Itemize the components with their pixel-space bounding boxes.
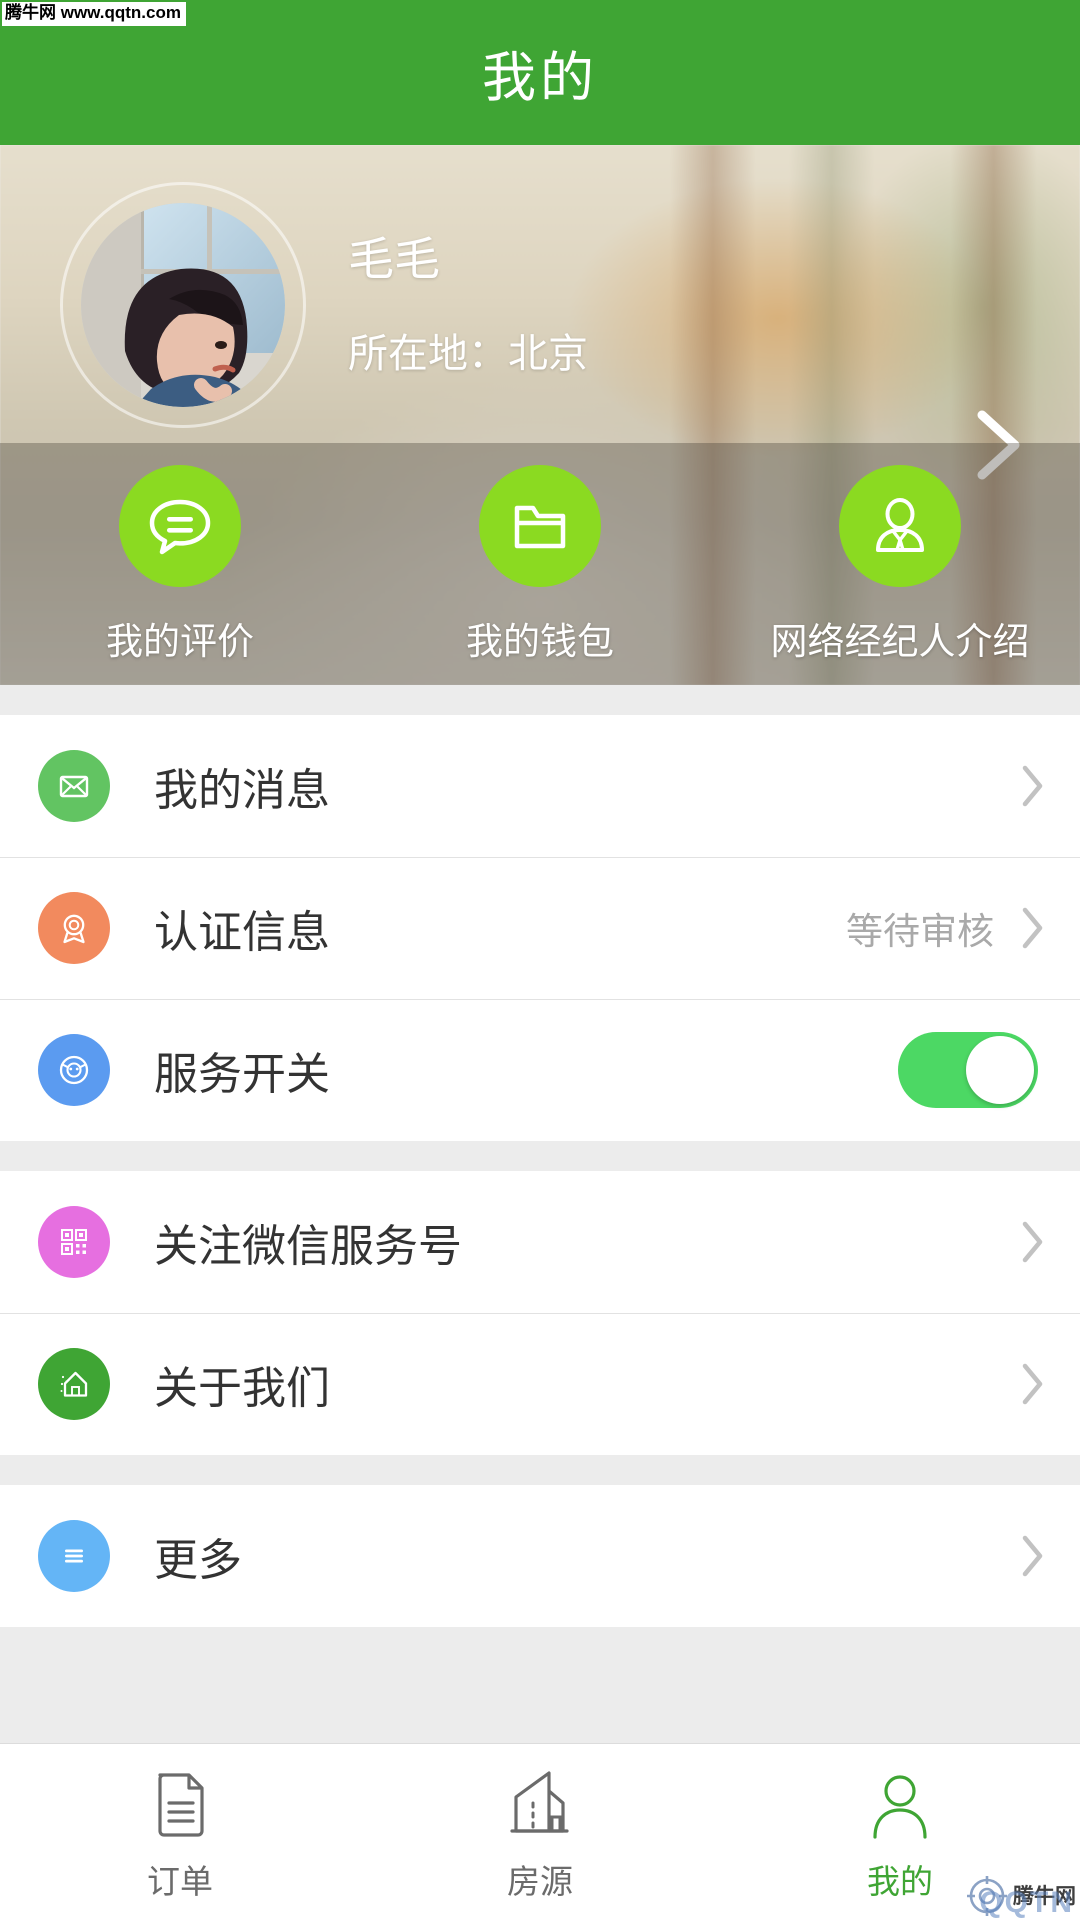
- list-gap: [0, 1141, 1080, 1171]
- list-group-3: 更多: [0, 1485, 1080, 1627]
- profile-location: 所在地：北京: [348, 334, 588, 374]
- list-row-label: 关注微信服务号: [154, 1210, 1020, 1274]
- list-row-my-messages[interactable]: 我的消息: [0, 715, 1080, 857]
- chevron-right-icon: [1020, 1220, 1046, 1264]
- folder-icon: [479, 465, 601, 587]
- list-row-about-us[interactable]: 关于我们: [0, 1313, 1080, 1455]
- document-icon: [147, 1769, 213, 1841]
- list-row-certification[interactable]: 认证信息 等待审核: [0, 857, 1080, 999]
- avatar[interactable]: [81, 203, 285, 407]
- quick-action-label: 我的评价: [106, 611, 254, 665]
- watermark-qqtn-text: QQTN: [979, 1886, 1074, 1920]
- service-face-icon: [38, 1034, 110, 1106]
- person-icon: [867, 1769, 933, 1841]
- user-photo-icon: [81, 203, 285, 407]
- quick-action-agent-intro[interactable]: 网络经纪人介绍: [720, 465, 1080, 665]
- hamburger-menu-icon: [38, 1520, 110, 1592]
- bottom-tab-bar: 订单 房源 我的: [0, 1743, 1080, 1920]
- tab-orders[interactable]: 订单: [0, 1744, 360, 1920]
- list-row-label: 认证信息: [154, 896, 846, 960]
- agent-person-icon: [839, 465, 961, 587]
- service-toggle[interactable]: [898, 1032, 1038, 1108]
- list-group-1: 我的消息 认证信息 等待审核: [0, 715, 1080, 1141]
- profile-summary[interactable]: 毛毛 所在地：北京: [0, 145, 1080, 465]
- chevron-right-icon: [1020, 764, 1046, 808]
- page-title: 我的: [482, 33, 598, 112]
- tab-label: 订单: [147, 1855, 213, 1903]
- tab-label: 我的: [867, 1855, 933, 1903]
- list-row-label: 更多: [154, 1524, 1020, 1588]
- profile-text: 毛毛 所在地：北京: [348, 236, 588, 374]
- app-root: 我的 腾牛网 www.qqtn.com: [0, 0, 1080, 1920]
- watermark-top: 腾牛网 www.qqtn.com: [2, 2, 186, 26]
- quick-action-my-wallet[interactable]: 我的钱包: [360, 465, 720, 665]
- list-gap-bottom: [0, 1627, 1080, 1743]
- list-group-2: 关注微信服务号: [0, 1171, 1080, 1455]
- envelope-icon: [38, 750, 110, 822]
- building-icon: [507, 1769, 573, 1841]
- list-row-more[interactable]: 更多: [0, 1485, 1080, 1627]
- list-row-label: 服务开关: [154, 1038, 898, 1102]
- chevron-right-icon: [1020, 1362, 1046, 1406]
- list-row-label: 我的消息: [154, 754, 1020, 818]
- list-row-service-switch[interactable]: 服务开关: [0, 999, 1080, 1141]
- profile-name: 毛毛: [348, 236, 588, 282]
- list-row-wechat-account[interactable]: 关注微信服务号: [0, 1171, 1080, 1313]
- avatar-ring: [60, 182, 306, 428]
- house-icon: [38, 1348, 110, 1420]
- list-row-label: 关于我们: [154, 1352, 1020, 1416]
- quick-action-label: 我的钱包: [466, 611, 614, 665]
- toggle-knob: [966, 1036, 1034, 1104]
- certificate-badge-icon: [38, 892, 110, 964]
- chevron-right-icon: [1020, 1534, 1046, 1578]
- chat-bubble-icon: [119, 465, 241, 587]
- chevron-right-icon: [1020, 906, 1046, 950]
- qr-code-icon: [38, 1206, 110, 1278]
- list-gap: [0, 685, 1080, 715]
- app-header: 我的 腾牛网 www.qqtn.com: [0, 0, 1080, 145]
- quick-action-label: 网络经纪人介绍: [771, 611, 1030, 665]
- tab-listings[interactable]: 房源: [360, 1744, 720, 1920]
- quick-action-bar: 我的评价 我的钱包: [0, 443, 1080, 685]
- list-gap: [0, 1455, 1080, 1485]
- quick-action-my-reviews[interactable]: 我的评价: [0, 465, 360, 665]
- status-badge: 等待审核: [846, 901, 994, 955]
- profile-banner[interactable]: 毛毛 所在地：北京 我的评价: [0, 145, 1080, 685]
- settings-list: 我的消息 认证信息 等待审核: [0, 685, 1080, 1743]
- tab-label: 房源: [507, 1855, 573, 1903]
